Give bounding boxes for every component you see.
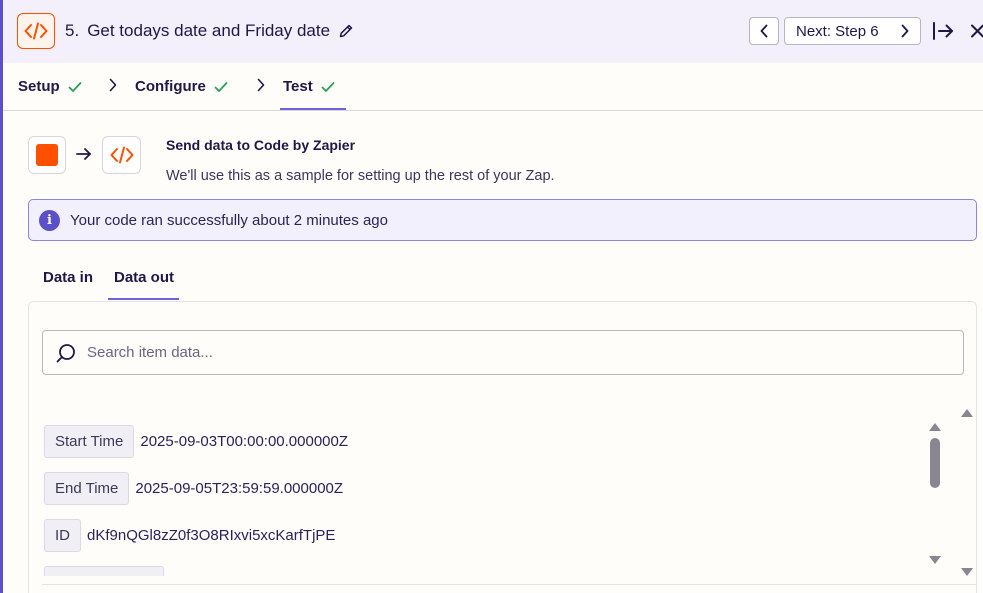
data-key: Start Time bbox=[44, 425, 135, 458]
tab-data-out[interactable]: Data out bbox=[114, 269, 174, 286]
chevron-right-icon bbox=[901, 24, 909, 38]
send-data-subtitle: We'll use this as a sample for setting u… bbox=[166, 168, 555, 184]
step-tabs: Setup Configure Test bbox=[3, 63, 983, 111]
chevron-left-icon bbox=[760, 24, 768, 38]
success-info-banner: i Your code ran successfully about 2 min… bbox=[28, 199, 977, 241]
pencil-icon[interactable] bbox=[338, 23, 354, 39]
data-value: dKf9nQGl8zZ0f3O8RIxvi5xcKarfTjPE bbox=[87, 527, 336, 544]
tab-configure-label: Configure bbox=[135, 78, 206, 95]
orange-square-icon bbox=[36, 144, 58, 166]
code-icon bbox=[110, 146, 133, 164]
data-row[interactable]: Start Time 2025-09-03T00:00:00.000000Z bbox=[44, 425, 348, 458]
active-data-tab-indicator bbox=[108, 298, 179, 300]
active-tab-indicator bbox=[280, 108, 346, 110]
previous-step-button[interactable] bbox=[749, 17, 779, 45]
check-icon bbox=[321, 81, 335, 92]
data-value: 2025-09-05T23:59:59.000000Z bbox=[135, 480, 344, 497]
tab-setup-label: Setup bbox=[18, 78, 60, 95]
scroll-down-arrow-icon[interactable] bbox=[961, 568, 973, 576]
scroll-up-arrow-icon[interactable] bbox=[929, 423, 941, 431]
check-icon bbox=[68, 81, 82, 92]
data-list-scroll-thumb[interactable] bbox=[930, 438, 940, 488]
scroll-up-arrow-icon[interactable] bbox=[961, 409, 973, 417]
send-data-title: Send data to Code by Zapier bbox=[166, 137, 356, 153]
data-row[interactable]: ID dKf9nQGl8zZ0f3O8RIxvi5xcKarfTjPE bbox=[44, 519, 335, 552]
chevron-right-icon bbox=[109, 78, 117, 92]
tab-test[interactable]: Test bbox=[283, 78, 335, 95]
expand-icon[interactable] bbox=[931, 20, 955, 42]
info-banner-text: Your code ran successfully about 2 minut… bbox=[70, 211, 388, 229]
arrow-right-icon bbox=[76, 148, 91, 160]
search-field[interactable] bbox=[42, 330, 964, 375]
panel-scrollbar[interactable] bbox=[958, 405, 976, 580]
step-title: 5. Get todays date and Friday date bbox=[65, 21, 354, 41]
step-title-text: Get todays date and Friday date bbox=[87, 21, 331, 40]
tab-setup[interactable]: Setup bbox=[18, 78, 82, 95]
next-step-label: Next: Step 6 bbox=[796, 22, 879, 40]
chevron-right-icon bbox=[257, 78, 265, 92]
code-app-icon bbox=[17, 13, 55, 49]
tab-data-in[interactable]: Data in bbox=[43, 269, 93, 286]
data-key: ID bbox=[44, 519, 81, 552]
scroll-down-arrow-icon[interactable] bbox=[929, 556, 941, 564]
code-by-zapier-icon bbox=[102, 136, 141, 174]
next-step-button[interactable]: Next: Step 6 bbox=[784, 17, 921, 45]
code-icon bbox=[24, 22, 48, 40]
info-icon: i bbox=[39, 209, 60, 231]
check-icon bbox=[214, 81, 228, 92]
panel-divider bbox=[42, 584, 977, 585]
tab-configure[interactable]: Configure bbox=[135, 78, 228, 95]
close-icon[interactable] bbox=[969, 22, 983, 40]
tab-test-label: Test bbox=[283, 78, 313, 95]
data-key bbox=[44, 566, 164, 576]
step-number: 5. bbox=[65, 21, 80, 40]
step-header: 5. Get todays date and Friday date Next:… bbox=[3, 0, 983, 63]
trigger-app-icon bbox=[28, 136, 66, 174]
data-value: 2025-09-03T00:00:00.000000Z bbox=[140, 433, 349, 450]
data-key: End Time bbox=[44, 472, 130, 505]
data-row[interactable]: End Time 2025-09-05T23:59:59.000000Z bbox=[44, 472, 343, 505]
search-input[interactable] bbox=[87, 344, 937, 361]
search-icon bbox=[56, 343, 75, 362]
